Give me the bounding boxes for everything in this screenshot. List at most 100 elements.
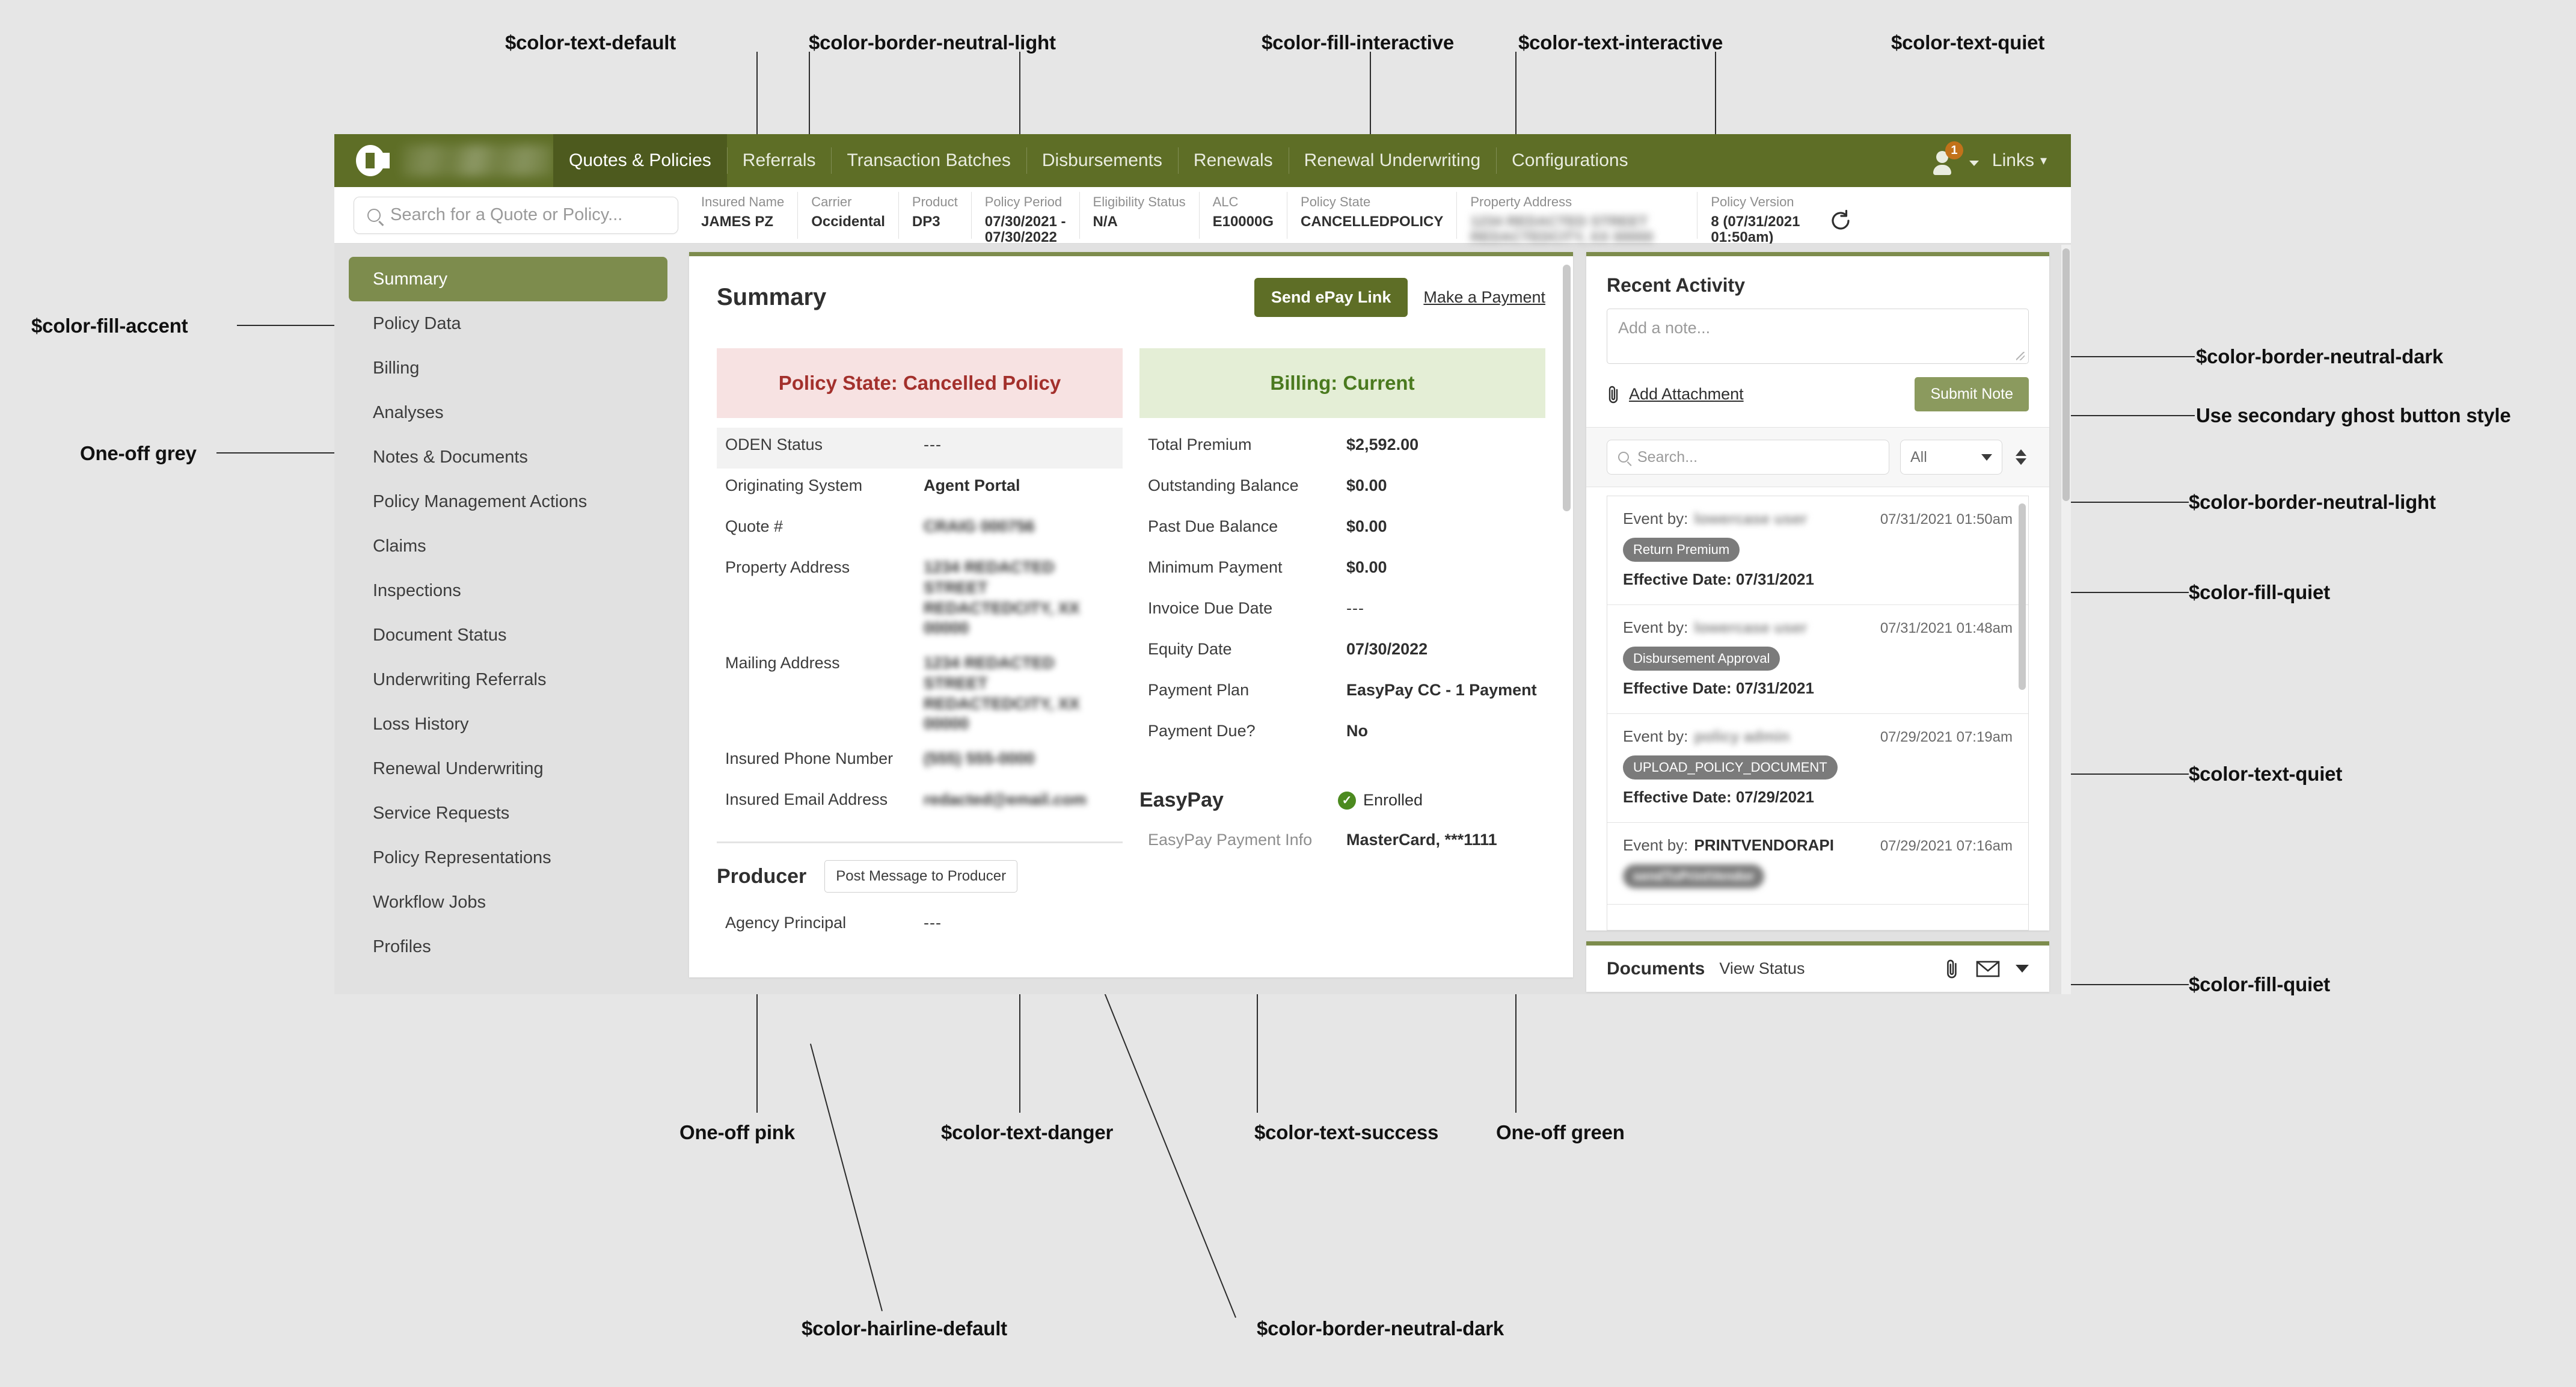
annotation-right-0: $color-border-neutral-dark <box>2196 345 2444 368</box>
right-panel-column: Recent Activity Add a note... Add Attach… <box>1586 252 2049 994</box>
activity-list-scrollbar[interactable] <box>2019 503 2026 690</box>
envelope-icon[interactable] <box>1976 960 2000 978</box>
event-effective-date: Effective Date: 07/31/2021 <box>1623 570 1814 588</box>
sidebar-item-policy-representations[interactable]: Policy Representations <box>349 835 667 880</box>
annotation-bottom-5: $color-border-neutral-dark <box>1257 1317 1504 1339</box>
annotation-top-3: $color-text-interactive <box>1518 31 1723 54</box>
annotation-top-4: $color-text-quiet <box>1891 31 2045 54</box>
detail-row-easypay-payment-info: EasyPay Payment Info MasterCard, ***1111 <box>1148 831 1497 849</box>
detail-row-total-premium: Total Premium $2,592.00 <box>1148 435 1419 454</box>
activity-filter-bar: Search... All <box>1586 427 2049 487</box>
chevron-down-icon[interactable] <box>2016 965 2029 973</box>
links-menu-button[interactable]: Links ▾ <box>1992 150 2047 171</box>
sidebar-item-analyses[interactable]: Analyses <box>349 390 667 435</box>
event-by-value: lowercase user <box>1694 618 1808 636</box>
list-item[interactable]: Event by: lowercase user 07/31/2021 01:5… <box>1607 496 2028 605</box>
policy-header-bar: Search for a Quote or Policy... Insured … <box>334 187 2071 245</box>
sidebar-item-workflow-jobs[interactable]: Workflow Jobs <box>349 880 667 924</box>
header-field-product: Product DP3 <box>898 191 971 239</box>
activity-search-input[interactable]: Search... <box>1607 440 1889 475</box>
sidebar-item-service-requests[interactable]: Service Requests <box>349 791 667 835</box>
sidebar-item-profiles[interactable]: Profiles <box>349 924 667 969</box>
summary-scrollbar[interactable] <box>1563 265 1571 511</box>
nav-item-referrals[interactable]: Referrals <box>726 134 832 187</box>
documents-title: Documents <box>1607 958 1705 979</box>
application-window: Quotes & Policies Referrals Transaction … <box>334 134 2071 994</box>
detail-row-past-due-balance: Past Due Balance $0.00 <box>1148 517 1387 535</box>
event-timestamp: 07/29/2021 07:16am <box>1880 838 2013 854</box>
sidebar-item-document-status[interactable]: Document Status <box>349 613 667 657</box>
page-title: Summary <box>717 284 827 310</box>
activity-search-placeholder: Search... <box>1637 448 1698 466</box>
refresh-icon[interactable] <box>1829 209 1853 233</box>
detail-row-insured-email: Insured Email Address redacted@email.com <box>725 790 1087 808</box>
annotation-bottom-3: One-off green <box>1496 1121 1625 1143</box>
nav-right-area: 1 Links ▾ <box>1931 134 2071 187</box>
nav-item-disbursements[interactable]: Disbursements <box>1026 134 1178 187</box>
sidebar-item-loss-history[interactable]: Loss History <box>349 702 667 746</box>
sidebar-item-notes-documents[interactable]: Notes & Documents <box>349 435 667 479</box>
annotation-right-1: Use secondary ghost button style <box>2196 404 2511 426</box>
search-input[interactable]: Search for a Quote or Policy... <box>354 196 678 234</box>
detail-row-equity-date: Equity Date 07/30/2022 <box>1148 640 1428 658</box>
top-navigation-bar: Quotes & Policies Referrals Transaction … <box>334 134 2071 187</box>
event-timestamp: 07/31/2021 01:50am <box>1880 511 2013 527</box>
nav-item-configurations[interactable]: Configurations <box>1496 134 1643 187</box>
detail-row-invoice-due-date: Invoice Due Date --- <box>1148 599 1364 617</box>
sort-toggle-button[interactable] <box>2013 449 2029 465</box>
sidebar-item-inspections[interactable]: Inspections <box>349 568 667 613</box>
status-badge: Return Premium <box>1623 538 1740 562</box>
app-scrollbar-track[interactable] <box>2061 245 2071 994</box>
list-item[interactable]: Event by: policy admin 07/29/2021 07:19a… <box>1607 714 2028 823</box>
activity-type-select[interactable]: All <box>1900 440 2002 475</box>
nav-item-transaction-batches[interactable]: Transaction Batches <box>831 134 1026 187</box>
list-item[interactable]: Event by: PRINTVENDORAPI 07/29/2021 07:1… <box>1607 823 2028 905</box>
view-status-link[interactable]: View Status <box>1719 959 1805 978</box>
post-message-to-producer-button[interactable]: Post Message to Producer <box>824 860 1018 893</box>
user-account-icon[interactable]: 1 <box>1931 141 1963 176</box>
search-icon <box>367 208 381 222</box>
annotation-bottom-2: $color-text-success <box>1254 1121 1439 1143</box>
nav-item-renewal-underwriting[interactable]: Renewal Underwriting <box>1288 134 1496 187</box>
sidebar-item-policy-data[interactable]: Policy Data <box>349 301 667 346</box>
sort-descending-icon <box>2016 458 2026 465</box>
make-a-payment-link[interactable]: Make a Payment <box>1423 288 1545 307</box>
easypay-detail-list: EasyPay Payment Info MasterCard, ***1111 <box>1139 823 1545 864</box>
user-menu-chevron-down-icon[interactable] <box>1969 160 1979 166</box>
policy-state-banner: Policy State: Cancelled Policy <box>717 348 1123 418</box>
billing-detail-list: Total Premium $2,592.00 Outstanding Bala… <box>1139 428 1545 755</box>
annotated-screenshot-canvas: $color-text-default $color-border-neutra… <box>0 0 2576 1387</box>
annotation-bottom-1: $color-text-danger <box>941 1121 1114 1143</box>
add-attachment-button[interactable]: Add Attachment <box>1607 384 1744 405</box>
status-badge: UPLOAD_POLICY_DOCUMENT <box>1623 755 1838 780</box>
detail-row-oden-status: ODEN Status --- <box>717 428 1123 469</box>
annotation-left-1: One-off grey <box>80 442 197 464</box>
summary-card: Summary Send ePay Link Make a Payment Po… <box>689 252 1573 977</box>
list-item[interactable]: Event by: lowercase user 07/31/2021 01:4… <box>1607 605 2028 714</box>
annotation-left-0: $color-fill-accent <box>31 315 188 337</box>
detail-row-payment-plan: Payment Plan EasyPay CC - 1 Payment <box>1148 681 1537 699</box>
sidebar-item-renewal-underwriting[interactable]: Renewal Underwriting <box>349 746 667 791</box>
logo-area[interactable] <box>334 134 553 187</box>
paperclip-icon[interactable] <box>1945 958 1960 980</box>
header-field-eligibility-status: Eligibility Status N/A <box>1079 191 1199 239</box>
annotation-top-0: $color-text-default <box>505 31 676 54</box>
easypay-status-text: Enrolled <box>1363 791 1423 809</box>
producer-title: Producer <box>717 864 807 888</box>
search-placeholder: Search for a Quote or Policy... <box>390 205 623 224</box>
sidebar-item-policy-management-actions[interactable]: Policy Management Actions <box>349 479 667 524</box>
add-note-textarea[interactable]: Add a note... <box>1607 309 2029 364</box>
nav-item-renewals[interactable]: Renewals <box>1177 134 1289 187</box>
submit-note-button[interactable]: Submit Note <box>1915 377 2029 411</box>
sidebar-item-billing[interactable]: Billing <box>349 346 667 390</box>
send-epay-link-button[interactable]: Send ePay Link <box>1254 278 1408 317</box>
sidebar-item-underwriting-referrals[interactable]: Underwriting Referrals <box>349 657 667 702</box>
app-scrollbar-thumb[interactable] <box>2062 248 2070 501</box>
sidebar-item-claims[interactable]: Claims <box>349 524 667 568</box>
policy-detail-list: ODEN Status --- Originating System Agent… <box>717 428 1123 823</box>
annotation-right-3: $color-fill-quiet <box>2189 581 2330 603</box>
nav-item-quotes-policies[interactable]: Quotes & Policies <box>553 134 727 187</box>
detail-row-outstanding-balance: Outstanding Balance $0.00 <box>1148 476 1387 494</box>
add-note-placeholder: Add a note... <box>1618 319 1711 337</box>
sidebar-item-summary[interactable]: Summary <box>349 257 667 301</box>
